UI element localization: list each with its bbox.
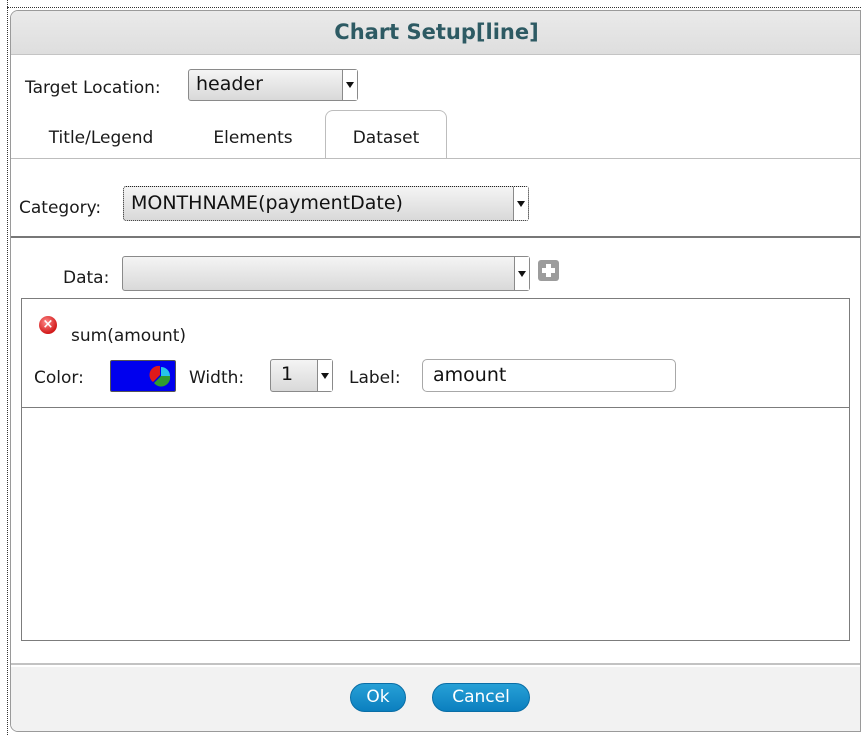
pie-chart-icon (149, 365, 171, 387)
width-dropdown-button[interactable] (317, 360, 332, 391)
cancel-button[interactable]: Cancel (432, 683, 530, 712)
chart-setup-dialog: Chart Setup[line] Target Location: heade… (10, 10, 861, 732)
dataset-panel: × sum(amount) Color: Width: 1 Label: amo… (21, 298, 850, 641)
category-select[interactable]: MONTHNAME(paymentDate) (123, 186, 529, 221)
ok-button[interactable]: Ok (350, 683, 406, 712)
tab-label: Dataset (352, 128, 420, 148)
remove-icon[interactable]: × (39, 316, 57, 334)
data-dropdown-button[interactable] (514, 257, 529, 290)
label-label: Label: (349, 368, 401, 388)
page-guide-top (7, 7, 861, 8)
tab-label: Title/Legend (48, 128, 154, 148)
chevron-down-icon (517, 201, 525, 207)
category-label: Category: (19, 198, 102, 218)
category-value: MONTHNAME(paymentDate) (131, 192, 403, 214)
data-label: Data: (63, 268, 110, 288)
chevron-down-icon (518, 271, 526, 277)
dataset-item: × sum(amount) Color: Width: 1 Label: amo… (22, 299, 849, 408)
label-input-value: amount (433, 364, 507, 386)
tab-elements[interactable]: Elements (193, 128, 313, 158)
color-label: Color: (34, 368, 84, 388)
footer-divider (11, 663, 860, 665)
dataset-item-name: sum(amount) (71, 326, 187, 346)
target-location-dropdown-button[interactable] (342, 70, 357, 100)
target-location-select[interactable]: header (188, 69, 358, 101)
chevron-down-icon (321, 373, 329, 379)
plus-vertical (546, 264, 551, 277)
width-select[interactable]: 1 (270, 359, 333, 392)
target-location-label: Target Location: (25, 78, 161, 98)
page-guide-left (7, 0, 8, 735)
category-dropdown-button[interactable] (513, 187, 528, 220)
width-label: Width: (189, 368, 245, 388)
data-select[interactable] (122, 256, 530, 291)
tab-label: Elements (213, 128, 293, 148)
dialog-titlebar[interactable]: Chart Setup[line] (11, 11, 860, 55)
color-picker[interactable] (110, 360, 176, 392)
add-data-icon[interactable] (538, 260, 559, 281)
dialog-footer: Ok Cancel (11, 667, 860, 731)
label-input[interactable]: amount (422, 359, 676, 392)
chevron-down-icon (346, 82, 354, 88)
target-location-value: header (196, 73, 263, 95)
tab-dataset[interactable]: Dataset (325, 110, 447, 159)
width-value: 1 (281, 363, 294, 385)
section-divider (11, 236, 860, 238)
tab-title-legend[interactable]: Title/Legend (31, 128, 171, 158)
dialog-title: Chart Setup[line] (334, 20, 539, 44)
tabs-divider (11, 158, 860, 159)
